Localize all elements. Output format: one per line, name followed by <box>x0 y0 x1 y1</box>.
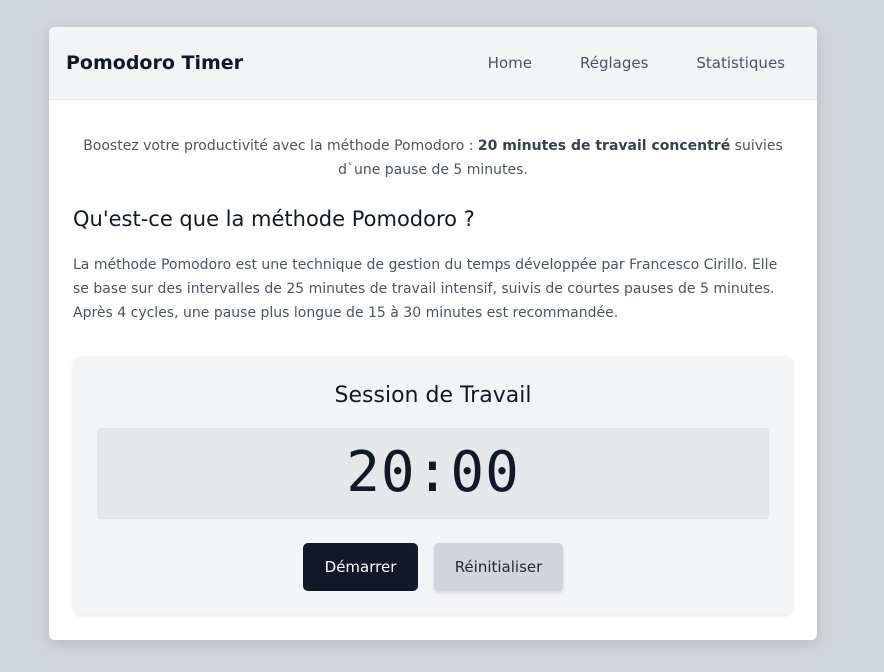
intro-highlight: 20 minutes de travail concentré <box>477 138 731 154</box>
nav-link-statistics[interactable]: Statistiques <box>696 54 785 72</box>
timer-display: 20:00 <box>97 428 769 519</box>
intro-text-before: Boostez votre productivité avec la métho… <box>83 138 478 154</box>
timer-value: 20:00 <box>346 440 520 505</box>
section-title: Qu'est-ce que la méthode Pomodoro ? <box>73 207 475 231</box>
reset-button[interactable]: Réinitialiser <box>434 543 563 591</box>
timer-panel: Session de Travail 20:00 Démarrer Réinit… <box>73 356 793 615</box>
app-title: Pomodoro Timer <box>66 52 244 74</box>
start-button[interactable]: Démarrer <box>303 543 418 591</box>
intro-text: Boostez votre productivité avec la métho… <box>73 134 793 182</box>
header: Pomodoro Timer Home Réglages Statistique… <box>49 27 817 100</box>
nav-menu: Home Réglages Statistiques <box>440 54 785 72</box>
main-card: Pomodoro Timer Home Réglages Statistique… <box>49 27 817 640</box>
nav-link-settings[interactable]: Réglages <box>580 54 648 72</box>
session-title: Session de Travail <box>334 383 532 408</box>
section-description: La méthode Pomodoro est une technique de… <box>73 257 778 321</box>
nav-link-home[interactable]: Home <box>488 54 532 72</box>
